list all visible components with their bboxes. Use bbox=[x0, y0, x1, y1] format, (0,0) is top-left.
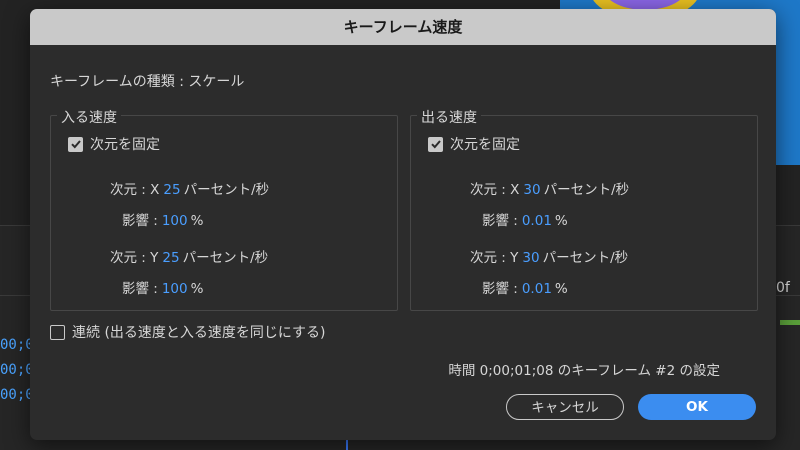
timecode-row: 00;0 bbox=[0, 387, 34, 403]
incoming-dim-y-row: 次元 : Y 25 パーセント/秒 bbox=[110, 246, 268, 266]
incoming-dim-x-unit: パーセント/秒 bbox=[183, 182, 270, 198]
outgoing-influence-x-value[interactable]: 0.01 bbox=[522, 213, 552, 229]
outgoing-influence-x-label: 影響 : bbox=[482, 213, 518, 229]
continuous-label: 連続 (出る速度と入る速度を同じにする) bbox=[72, 325, 326, 341]
keyframe-status-text: 時間 0;00;01;08 のキーフレーム #2 の設定 bbox=[448, 363, 720, 379]
incoming-dim-x-label: 次元 : X bbox=[110, 182, 160, 198]
check-icon bbox=[430, 140, 441, 149]
incoming-lock-checkbox[interactable] bbox=[68, 136, 83, 152]
keyframe-velocity-dialog: キーフレーム速度 キーフレームの種類 : スケール 入る速度 次元を固定 次元 … bbox=[30, 9, 776, 440]
frame-label: 0f bbox=[776, 280, 790, 296]
continuous-checkbox[interactable] bbox=[50, 324, 65, 340]
outgoing-dim-x-value[interactable]: 30 bbox=[523, 182, 540, 198]
incoming-influence-x-label: 影響 : bbox=[122, 213, 158, 229]
outgoing-lock-label: 次元を固定 bbox=[450, 137, 520, 153]
timecode-row: 00;0 bbox=[0, 337, 34, 353]
incoming-dim-x-row: 次元 : X 25 パーセント/秒 bbox=[110, 178, 269, 198]
incoming-dim-x-value[interactable]: 25 bbox=[163, 182, 180, 198]
incoming-influence-x-row: 影響 :100% bbox=[122, 209, 203, 229]
outgoing-influence-y-row: 影響 :0.01% bbox=[482, 277, 568, 297]
ok-button[interactable]: OK bbox=[638, 394, 756, 420]
incoming-dim-y-label: 次元 : Y bbox=[110, 250, 159, 266]
timecode-row: 00;0 bbox=[0, 362, 34, 378]
incoming-influence-y-value[interactable]: 100 bbox=[162, 281, 188, 297]
outgoing-dim-y-row: 次元 : Y 30 パーセント/秒 bbox=[470, 246, 628, 266]
outgoing-dim-x-unit: パーセント/秒 bbox=[543, 182, 630, 198]
incoming-influence-x-value[interactable]: 100 bbox=[162, 213, 188, 229]
incoming-dim-y-unit: パーセント/秒 bbox=[182, 250, 269, 266]
incoming-lock-label: 次元を固定 bbox=[90, 137, 160, 153]
outgoing-dim-y-unit: パーセント/秒 bbox=[542, 250, 629, 266]
outgoing-dim-x-row: 次元 : X 30 パーセント/秒 bbox=[470, 178, 629, 198]
outgoing-velocity-legend: 出る速度 bbox=[417, 107, 481, 127]
outgoing-dim-y-value[interactable]: 30 bbox=[522, 250, 539, 266]
dialog-title: キーフレーム速度 bbox=[30, 9, 776, 45]
continuous-option[interactable]: 連続 (出る速度と入る速度を同じにする) bbox=[50, 322, 326, 342]
incoming-influence-y-row: 影響 :100% bbox=[122, 277, 203, 297]
incoming-influence-y-percent: % bbox=[190, 281, 204, 297]
incoming-dim-y-value[interactable]: 25 bbox=[162, 250, 179, 266]
incoming-influence-x-percent: % bbox=[190, 213, 204, 229]
incoming-lock-dimensions[interactable]: 次元を固定 bbox=[68, 134, 160, 154]
outgoing-influence-x-percent: % bbox=[554, 213, 568, 229]
outgoing-influence-x-row: 影響 :0.01% bbox=[482, 209, 568, 229]
cancel-button[interactable]: キャンセル bbox=[506, 394, 624, 420]
outgoing-lock-checkbox[interactable] bbox=[428, 136, 443, 152]
outgoing-dim-x-label: 次元 : X bbox=[470, 182, 520, 198]
incoming-velocity-legend: 入る速度 bbox=[57, 107, 121, 127]
incoming-influence-y-label: 影響 : bbox=[122, 281, 158, 297]
keyframe-type-label: キーフレームの種類 : スケール bbox=[50, 74, 245, 90]
check-icon bbox=[70, 140, 81, 149]
outgoing-influence-y-value[interactable]: 0.01 bbox=[522, 281, 552, 297]
outgoing-influence-y-label: 影響 : bbox=[482, 281, 518, 297]
outgoing-lock-dimensions[interactable]: 次元を固定 bbox=[428, 134, 520, 154]
incoming-velocity-group: 入る速度 次元を固定 次元 : X 25 パーセント/秒 影響 :100% 次元 :… bbox=[50, 107, 398, 311]
timeline-marker bbox=[780, 320, 800, 325]
outgoing-velocity-group: 出る速度 次元を固定 次元 : X 30 パーセント/秒 影響 :0.01% 次元 … bbox=[410, 107, 758, 311]
outgoing-dim-y-label: 次元 : Y bbox=[470, 250, 519, 266]
outgoing-influence-y-percent: % bbox=[554, 281, 568, 297]
